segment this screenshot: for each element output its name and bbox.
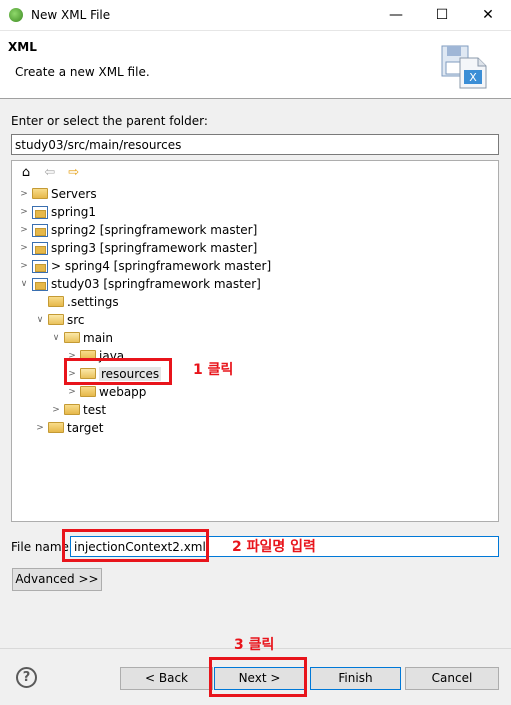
tree-item-settings[interactable]: .settings — [34, 293, 119, 311]
project-icon — [32, 206, 48, 219]
folder-icon — [32, 188, 48, 199]
tree-item-src[interactable]: ∨ src — [34, 311, 85, 329]
advanced-button[interactable]: Advanced >> — [12, 568, 102, 591]
svg-text:X: X — [469, 71, 477, 84]
cancel-button[interactable]: Cancel — [405, 667, 499, 690]
help-icon[interactable]: ? — [16, 667, 37, 688]
window-title: New XML File — [31, 8, 111, 22]
open-folder-icon — [48, 314, 64, 325]
xml-file-wizard-icon: X — [441, 45, 487, 89]
project-icon — [32, 260, 48, 273]
callout-box-file-name — [62, 529, 209, 562]
tree-item-study03[interactable]: ∨ study03 [springframework master] — [18, 275, 261, 293]
project-icon — [32, 242, 48, 255]
minimize-button[interactable]: — — [373, 0, 419, 31]
parent-folder-input[interactable] — [11, 134, 499, 155]
tree-item-spring4[interactable]: > > spring4 [springframework master] — [18, 257, 271, 275]
finish-button[interactable]: Finish — [310, 667, 401, 690]
tree-item-target[interactable]: > target — [34, 419, 103, 437]
folder-icon — [48, 296, 64, 307]
folder-icon — [48, 422, 64, 433]
callout-box-next — [209, 657, 307, 697]
tree-item-spring1[interactable]: > spring1 — [18, 203, 96, 221]
folder-icon — [80, 386, 96, 397]
tree-item-spring3[interactable]: > spring3 [springframework master] — [18, 239, 257, 257]
project-icon — [32, 278, 48, 291]
project-icon — [32, 224, 48, 237]
forward-arrow-icon[interactable]: ⇨ — [66, 165, 82, 181]
back-button[interactable]: < Back — [120, 667, 213, 690]
tree-toolbar: ⌂ ⇦ ⇨ — [18, 165, 86, 181]
project-tree[interactable]: ⌂ ⇦ ⇨ > Servers > spring1 > spring2 [spring… — [11, 160, 499, 522]
tree-item-webapp[interactable]: > webapp — [66, 383, 146, 401]
folder-icon — [64, 404, 80, 415]
wizard-banner: XML Create a new XML file. X — [0, 31, 511, 99]
maximize-button[interactable]: ☐ — [419, 0, 465, 31]
tree-item-main[interactable]: ∨ main — [50, 329, 113, 347]
callout-step1: 1 클릭 — [193, 362, 234, 378]
tree-item-spring2[interactable]: > spring2 [springframework master] — [18, 221, 257, 239]
callout-step2: 2 파일명 입력 — [232, 539, 316, 555]
parent-folder-label: Enter or select the parent folder: — [11, 114, 208, 128]
spring-app-icon — [9, 8, 23, 22]
wizard-heading: XML — [8, 40, 37, 54]
tree-item-test[interactable]: > test — [50, 401, 106, 419]
back-arrow-icon[interactable]: ⇦ — [42, 165, 58, 181]
close-button[interactable]: ✕ — [465, 0, 511, 31]
file-name-label: File name — [11, 540, 69, 554]
callout-box-resources — [64, 358, 172, 385]
home-icon[interactable]: ⌂ — [18, 165, 34, 181]
tree-item-servers[interactable]: > Servers — [18, 185, 96, 203]
wizard-description: Create a new XML file. — [15, 65, 150, 79]
callout-step3: 3 클릭 — [234, 637, 275, 653]
title-bar: New XML File — ☐ ✕ — [0, 0, 511, 31]
open-folder-icon — [64, 332, 80, 343]
